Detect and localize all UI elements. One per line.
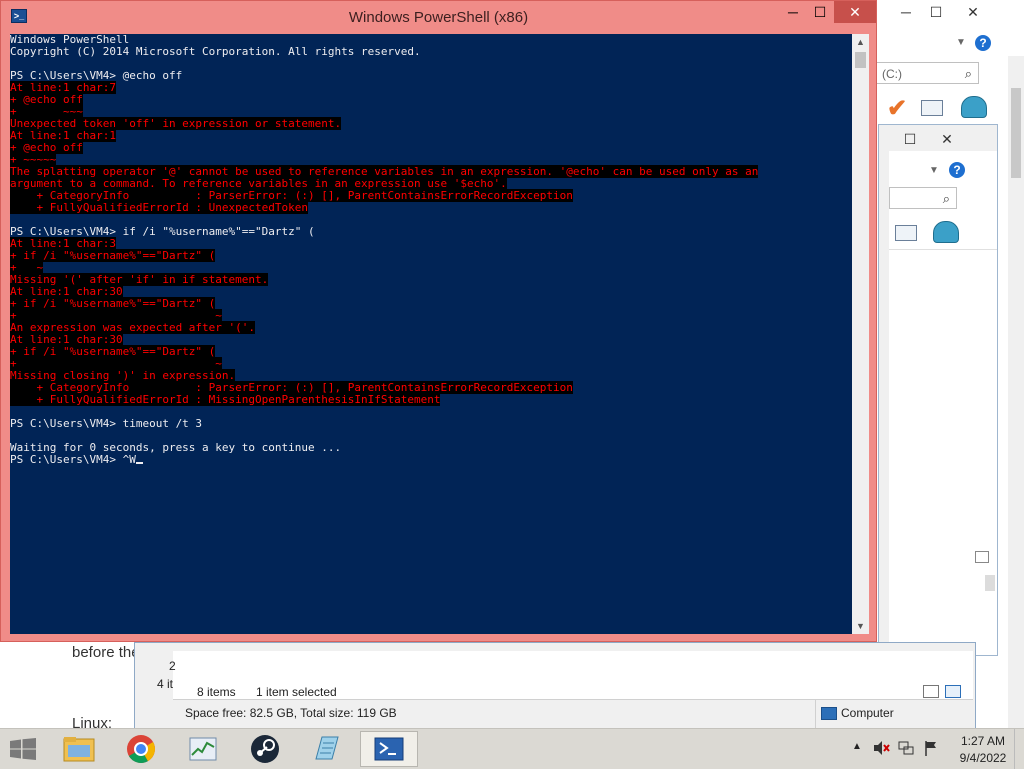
window-title: Windows PowerShell (x86) [348,9,529,26]
space-info: Space free: 82.5 GB, Total size: 119 GB [185,706,397,720]
scroll-thumb[interactable] [855,52,866,68]
console-error-line: Missing '(' after 'if' in if statement. [10,273,852,286]
volume-muted-icon[interactable] [872,739,890,757]
console-line: PS C:\Users\VM4> ^W [10,454,852,466]
explorer-window-main: 2 8 items 1 item selected 4 it Space fre… [134,642,976,730]
text-cursor [135,462,143,464]
console-line: Copyright (C) 2014 Microsoft Corporation… [10,46,852,58]
console-line-text: PS C:\Users\VM4> ^W [10,453,136,466]
show-hidden-icons-icon[interactable]: ▲ [852,741,862,752]
page-scrollbar[interactable] [1007,56,1024,728]
maximize-button[interactable]: ☐ [923,2,949,22]
console-output[interactable]: Windows PowerShell Copyright (C) 2014 Mic… [10,34,852,634]
search-input[interactable]: (C:) ⌕ [871,62,979,84]
taskbar-chrome[interactable] [112,731,170,767]
search-icon: ⌕ [964,66,972,81]
console-error-line: + FullyQualifiedErrorId : UnexpectedToke… [10,201,852,214]
taskbar: ▲ 1:27 AM 9/4/2022 [0,728,1024,769]
properties-icon[interactable] [895,225,917,241]
action-center-flag-icon[interactable] [922,739,940,757]
title-bar[interactable]: >_ Windows PowerShell (x86) ─ ☐ ✕ [1,1,876,33]
taskbar-notepad[interactable] [298,731,356,767]
folder-icon [63,737,95,762]
console-error-line: + if /i "%username%"=="Dartz" ( [10,249,852,262]
clock-date[interactable]: 9/4/2022 [958,751,1008,765]
properties-icon[interactable] [921,100,943,116]
powershell-window: >_ Windows PowerShell (x86) ─ ☐ ✕ Window… [0,0,877,642]
search-placeholder: (C:) [882,67,902,81]
console-scrollbar[interactable]: ▲ ▼ [852,34,869,634]
page-text-line: before the [72,644,140,661]
clock-time[interactable]: 1:27 AM [958,734,1008,748]
console-error-line: At line:1 char:7 [10,81,852,94]
help-icon[interactable]: ? [949,162,965,178]
scroll-down-arrow-icon[interactable]: ▼ [852,618,869,634]
console-error-line: An expression was expected after '('. [10,321,852,334]
explorer-content: ▼ ? ⌕ [889,151,997,655]
search-icon: ⌕ [942,191,950,206]
selection-count: 1 item selected [256,685,337,699]
help-icon[interactable]: ? [975,35,991,51]
steam-icon [251,735,279,763]
share-icon[interactable] [933,221,959,243]
close-button[interactable]: ✕ [951,2,995,22]
divider [815,700,816,728]
console-error-line: + @echo off [10,93,852,106]
network-icon[interactable] [897,739,915,757]
console-line: PS C:\Users\VM4> @echo off [10,70,852,82]
taskbar-steam[interactable] [236,731,294,767]
chevron-down-icon[interactable]: ▼ [956,37,966,48]
console-error-line: Unexpected token 'off' in expression or … [10,117,852,130]
console-error-line: + @echo off [10,141,852,154]
notepad-icon [315,736,339,760]
location-label: Computer [841,706,894,720]
console-line: PS C:\Users\VM4> if /i "%username%"=="Da… [10,226,852,238]
minimize-button[interactable]: ─ [780,1,806,23]
maximize-button[interactable]: ☐ [897,129,923,149]
close-button[interactable]: ✕ [834,1,876,23]
console-lines: Windows PowerShell Copyright (C) 2014 Mic… [10,34,852,466]
console-line: PS C:\Users\VM4> timeout /t 3 [10,418,852,430]
console-error-line: + FullyQualifiedErrorId : MissingOpenPar… [10,393,852,406]
row-partial-text: 4 it [157,677,174,691]
large-icons-view-icon[interactable] [945,685,961,698]
share-icon[interactable] [961,96,987,118]
scrollbar[interactable] [985,575,995,591]
start-button[interactable] [9,738,37,760]
console-line-text: + FullyQualifiedErrorId : MissingOpenPar… [10,393,441,406]
item-count: 8 items [197,685,236,699]
close-button[interactable]: ✕ [925,129,969,149]
ribbon-divider [889,249,997,250]
minimize-button[interactable]: ─ [893,2,919,22]
console-line-text: + FullyQualifiedErrorId : UnexpectedToke… [10,201,309,214]
page-scroll-thumb[interactable] [1011,88,1021,178]
console-line-text: Copyright (C) 2014 Microsoft Corporation… [10,45,421,58]
console-error-line: At line:1 char:1 [10,129,852,142]
powershell-icon [374,737,404,761]
partial-digit: 2 [169,659,176,673]
chrome-icon [127,735,155,763]
details-view-icon[interactable] [975,551,989,563]
maximize-button[interactable]: ☐ [807,1,833,23]
scroll-up-arrow-icon[interactable]: ▲ [852,34,869,50]
show-desktop-button[interactable] [1014,729,1024,769]
chevron-down-icon[interactable]: ▼ [929,165,939,176]
console-line: Waiting for 0 seconds, press a key to co… [10,442,852,454]
explorer-window-middle: ☐ ✕ ▼ ? ⌕ [878,124,998,656]
taskbar-powershell[interactable] [360,731,418,767]
checkmark-icon[interactable]: ✔ [887,94,907,123]
details-view-icon[interactable] [923,685,939,698]
divider [1011,88,1012,128]
task-manager-icon [189,737,217,761]
explorer-file-area: 2 8 items 1 item selected [169,651,973,699]
console-line-text: PS C:\Users\VM4> timeout /t 3 [10,417,203,430]
windows-logo-icon [10,738,36,760]
taskbar-file-explorer[interactable] [50,731,108,767]
search-input[interactable]: ⌕ [889,187,957,209]
computer-icon [821,707,837,720]
details-status-bar: Space free: 82.5 GB, Total size: 119 GB … [173,699,973,728]
taskbar-task-manager[interactable] [174,731,232,767]
